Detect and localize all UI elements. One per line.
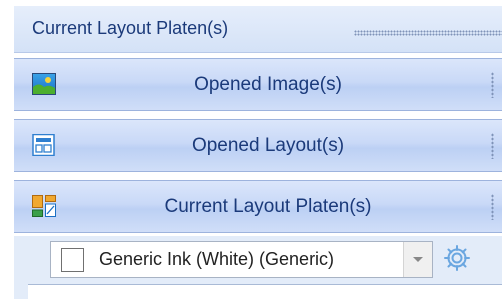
panel-title: Current Layout Platen(s)	[32, 18, 229, 38]
ink-select-value: Generic Ink (White) (Generic)	[99, 249, 335, 269]
panel-content-area	[28, 284, 502, 300]
header-grip[interactable]	[354, 30, 502, 36]
section-label: Current Layout Platen(s)	[164, 196, 372, 217]
dropdown-button[interactable]	[403, 242, 432, 277]
section-label: Opened Layout(s)	[191, 135, 345, 156]
section-current-layout-platens[interactable]: Current Layout Platen(s)	[14, 180, 502, 233]
section-opened-images[interactable]: Opened Image(s)	[14, 58, 502, 111]
ink-color-swatch	[61, 248, 84, 272]
section-opened-layouts[interactable]: Opened Layout(s)	[14, 119, 502, 172]
image-icon	[32, 73, 56, 95]
panel-header: Current Layout Platen(s)	[14, 6, 502, 53]
layout-icon	[32, 134, 55, 156]
ink-select[interactable]: Generic Ink (White) (Generic)	[50, 241, 433, 278]
chevron-down-icon	[413, 257, 423, 262]
platen-layout-icon	[32, 195, 56, 217]
section-grip[interactable]	[491, 194, 494, 220]
settings-gear-icon[interactable]	[442, 243, 472, 273]
section-grip[interactable]	[491, 133, 494, 159]
section-label: Opened Image(s)	[194, 74, 342, 95]
section-grip[interactable]	[491, 72, 494, 98]
